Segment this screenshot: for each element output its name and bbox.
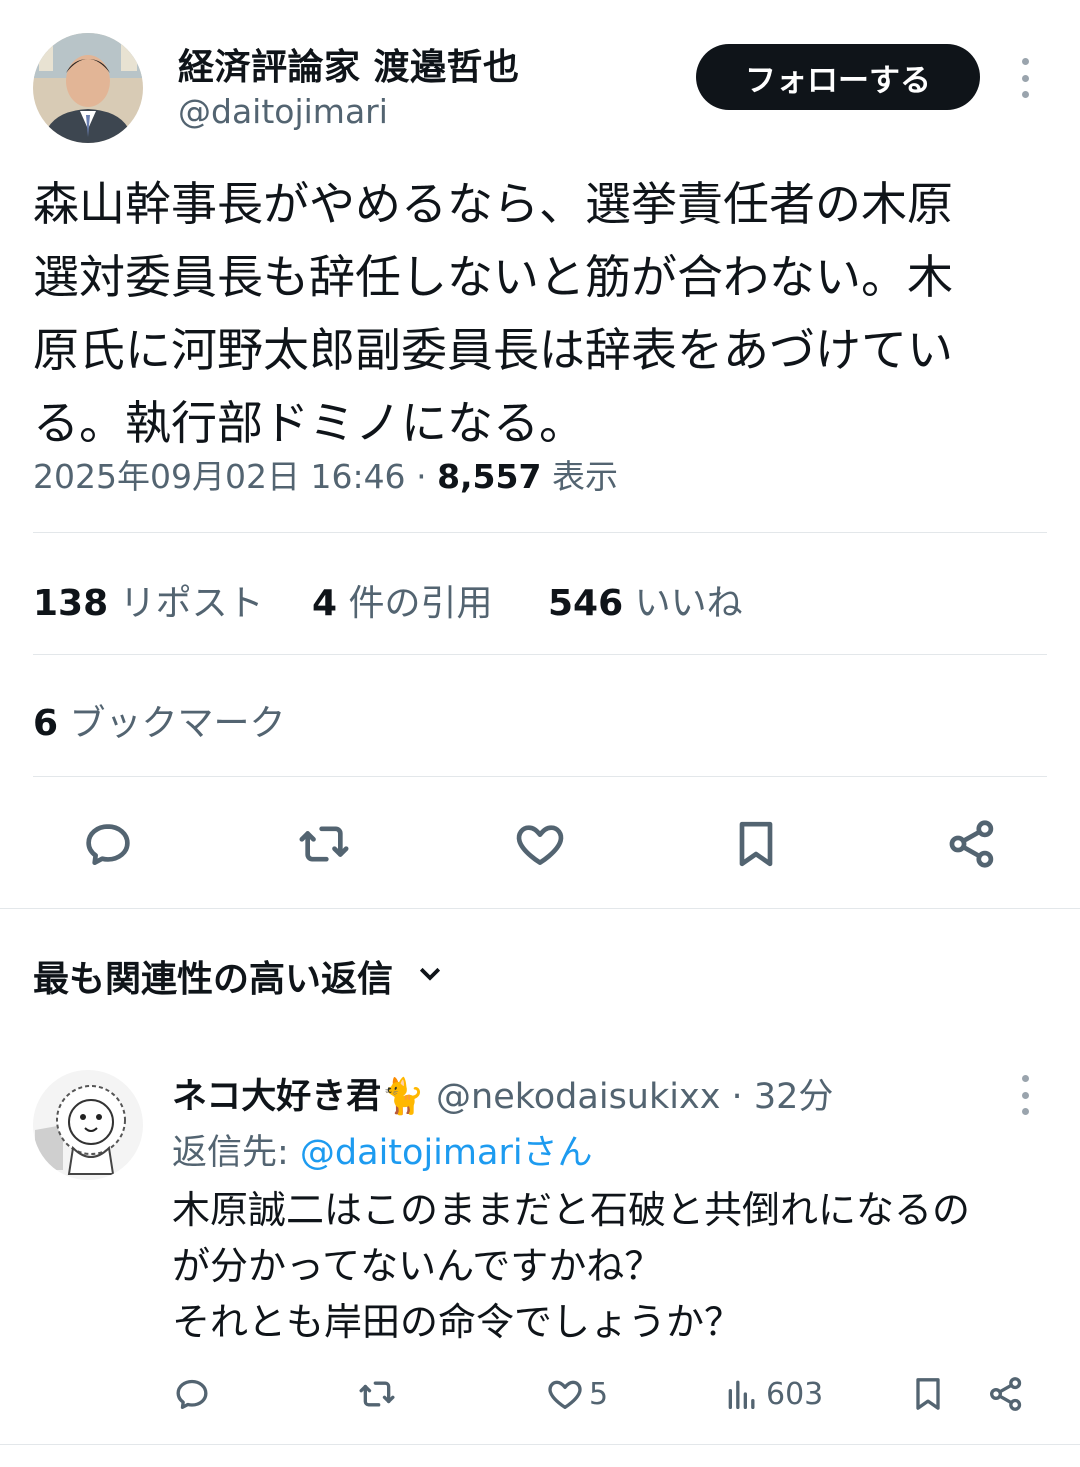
tweet-text: 森山幹事長がやめるなら、選挙責任者の木原 選対委員長も辞任しないと筋が合わない。… [33, 177, 953, 450]
views-label: 表示 [551, 457, 618, 496]
quotes-count: 4 [312, 583, 338, 624]
more-options-icon[interactable] [1010, 58, 1040, 98]
reply-share-button[interactable] [986, 1374, 1026, 1414]
views-chart-icon [728, 1380, 755, 1409]
replies-sort-label: 最も関連性の高い返信 [33, 959, 394, 1000]
reply-reply-button[interactable] [172, 1374, 212, 1414]
replies-sort-selector[interactable]: 最も関連性の高い返信 [33, 950, 445, 1002]
bookmark-icon [916, 1378, 940, 1410]
reply-icon [176, 1379, 208, 1409]
reply-time[interactable]: 32分 [754, 1077, 834, 1117]
reply-views-button[interactable]: 603 [722, 1374, 823, 1414]
share-icon[interactable] [940, 812, 1004, 876]
views-count: 8,557 [437, 457, 542, 496]
quotes-stat[interactable]: 4 件の引用 [312, 574, 493, 626]
reposts-stat[interactable]: 138 リポスト [33, 574, 264, 626]
tweet-timestamp[interactable]: 2025年09月02日 16:46 [33, 457, 406, 496]
bookmarks-label: ブックマーク [69, 703, 286, 744]
reply-more-options-icon[interactable] [1010, 1075, 1040, 1115]
chevron-down-icon [415, 956, 445, 997]
divider [33, 532, 1047, 533]
likes-label: いいね [634, 583, 743, 624]
reply-views-count: 603 [766, 1376, 824, 1412]
reply-to-prefix: 返信先: [172, 1133, 300, 1173]
divider [33, 654, 1047, 655]
reply-to-line: 返信先: @daitojimariさん [172, 1124, 593, 1175]
reply-repost-button[interactable] [357, 1374, 397, 1414]
like-icon[interactable] [508, 812, 572, 876]
like-icon [548, 1380, 582, 1409]
follow-button[interactable]: フォローする [696, 44, 980, 110]
divider [33, 776, 1047, 777]
author-display-name[interactable]: 経済評論家 渡邉哲也 [178, 38, 520, 90]
reply-separator: · [731, 1077, 743, 1117]
reply-display-name[interactable]: ネコ大好き君🐈 [172, 1077, 425, 1117]
reply-author-avatar[interactable] [33, 1070, 143, 1180]
reply-handle[interactable]: @nekodaisukixx [436, 1077, 720, 1117]
bookmarks-count: 6 [33, 703, 59, 744]
reply-to-mention[interactable]: @daitojimariさん [300, 1133, 593, 1173]
author-avatar[interactable] [33, 33, 143, 143]
reposts-label: リポスト [119, 583, 264, 624]
meta-separator: · [416, 457, 427, 496]
section-divider [0, 908, 1080, 909]
repost-icon[interactable] [292, 812, 356, 876]
reposts-count: 138 [33, 583, 109, 624]
reply-text: 木原誠二はこのままだと石破と共倒れになるの が分かってないんですかね？ それとも… [172, 1188, 971, 1344]
quotes-label: 件の引用 [348, 583, 493, 624]
likes-count: 546 [548, 583, 624, 624]
reply-icon[interactable] [76, 812, 140, 876]
reply-like-button[interactable]: 5 [545, 1374, 608, 1414]
bookmarks-stat[interactable]: 6 ブックマーク [33, 694, 286, 746]
reply-header: ネコ大好き君🐈 @nekodaisukixx · 32分 [172, 1068, 833, 1119]
likes-stat[interactable]: 546 いいね [548, 574, 743, 626]
reply-bookmark-button[interactable] [908, 1374, 948, 1414]
share-icon [990, 1377, 1022, 1411]
author-handle[interactable]: @daitojimari [178, 92, 388, 131]
tweet-meta: 2025年09月02日 16:46 · 8,557 表示 [33, 450, 618, 498]
repost-icon [359, 1381, 395, 1407]
bookmark-icon[interactable] [724, 812, 788, 876]
reply-likes-count: 5 [589, 1376, 609, 1412]
section-divider [0, 1444, 1080, 1445]
